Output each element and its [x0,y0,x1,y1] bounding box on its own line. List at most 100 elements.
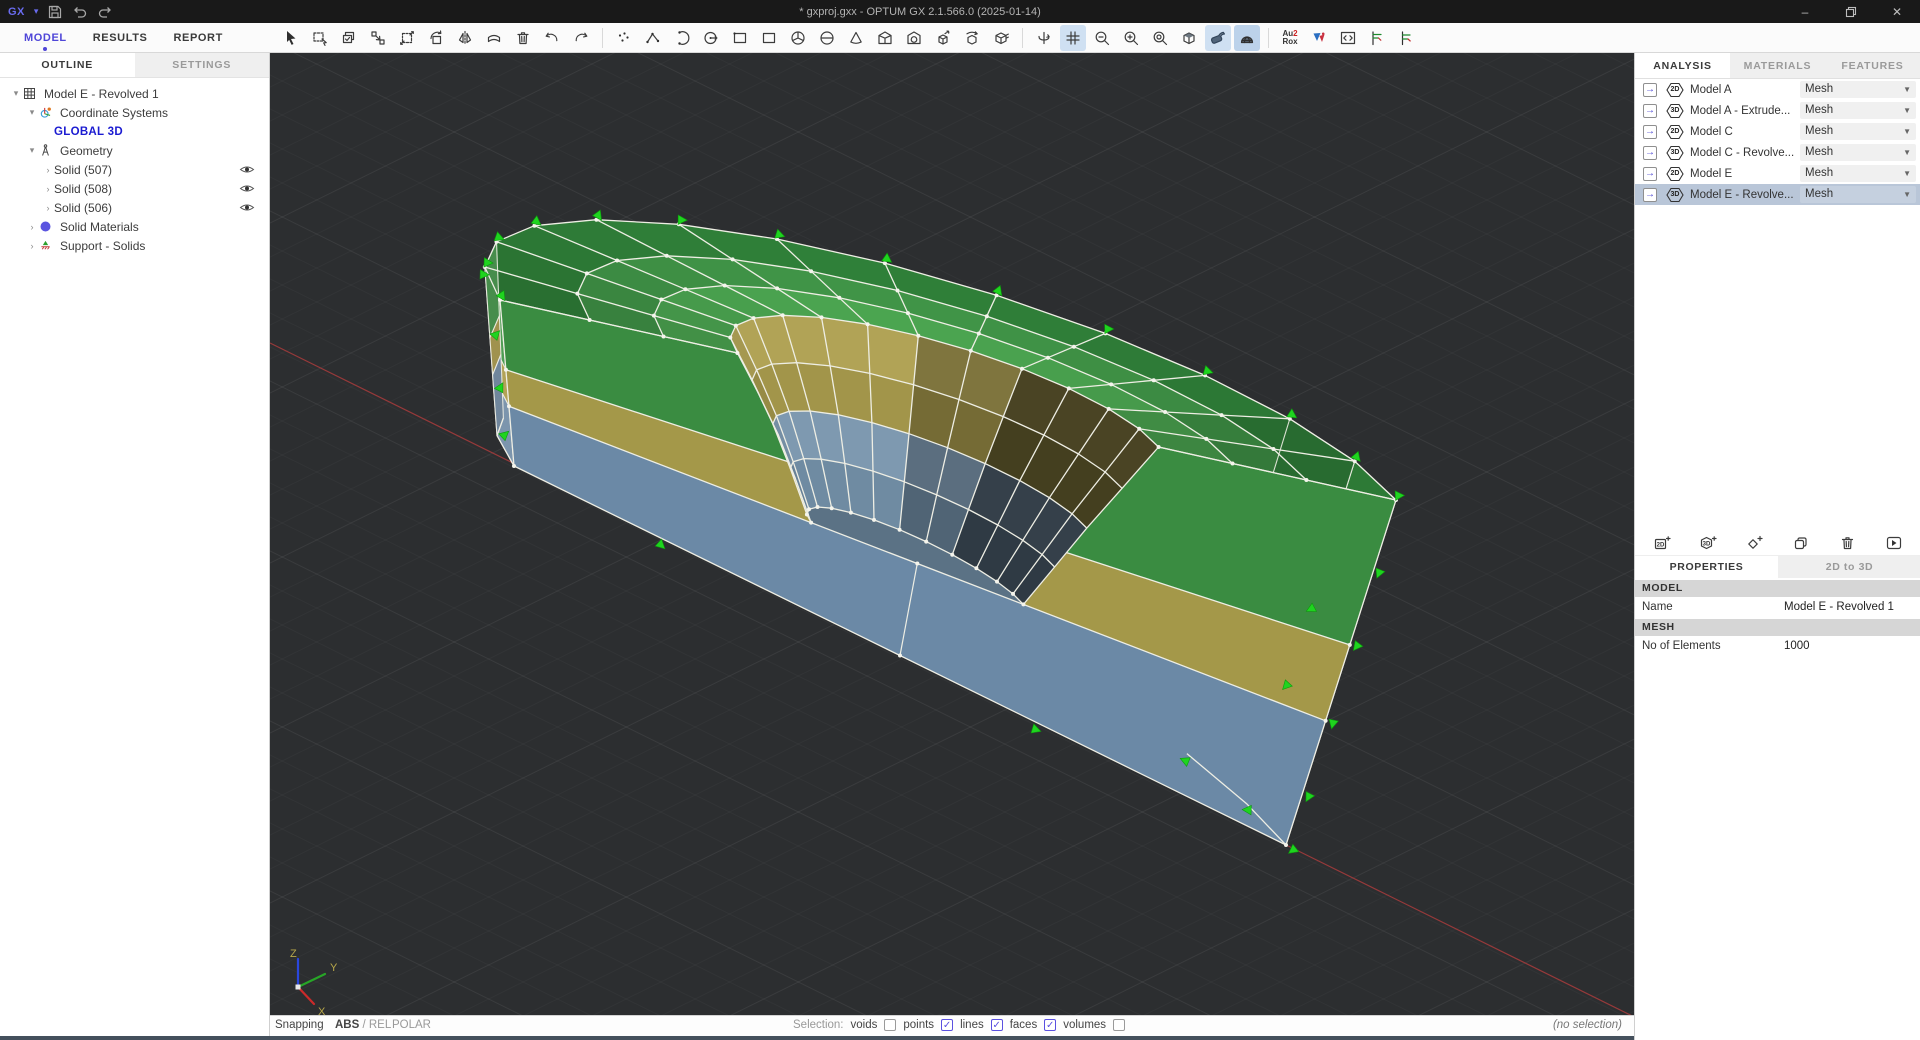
chevron-right-icon[interactable]: › [26,222,38,232]
au2rox-button[interactable]: Au2Rox [1277,25,1303,51]
selection-filter-checkbox-faces[interactable]: ✓ [1044,1019,1056,1031]
add-node-button[interactable] [1742,530,1768,556]
viewport-3d[interactable]: ZYX [270,53,1634,1015]
draw-points-button[interactable] [611,25,637,51]
minimize-button[interactable]: – [1782,0,1828,23]
tree-item-model-e-revolved-1[interactable]: ▾Model E - Revolved 1 [0,84,269,103]
prism-button[interactable] [872,25,898,51]
mesh-shaded-button[interactable] [1234,25,1260,51]
undo-icon[interactable] [72,4,88,20]
cylinder-button[interactable] [814,25,840,51]
select-region-button[interactable] [307,25,333,51]
wedge-button[interactable] [901,25,927,51]
model-row-model-e-revolve[interactable]: →3DModel E - Revolve...Mesh▼ [1635,184,1920,205]
open-model-button[interactable]: → [1643,146,1657,160]
selection-filter-checkbox-volumes[interactable] [1113,1019,1125,1031]
support-roller-button[interactable] [1393,25,1419,51]
draw-arc-button[interactable] [669,25,695,51]
revolve-button[interactable] [959,25,985,51]
box-button[interactable] [756,25,782,51]
sidebar-tab-outline[interactable]: OUTLINE [0,53,135,77]
panel-tab-analysis[interactable]: ANALYSIS [1635,53,1730,78]
snapping-toggle[interactable]: Snapping [275,1019,324,1031]
tree-item-solid-507[interactable]: ›Solid (507) [0,160,269,179]
delete-button[interactable] [510,25,536,51]
select-check-button[interactable] [336,25,362,51]
scene-canvas[interactable]: ZYX [270,53,1634,1015]
selection-filter-checkbox-points[interactable]: ✓ [941,1019,953,1031]
extrude-button[interactable] [930,25,956,51]
panel-tab-materials[interactable]: MATERIALS [1730,53,1825,78]
zoom-out-button[interactable] [1089,25,1115,51]
visibility-eye-icon[interactable] [239,183,255,194]
add-2d-model-button[interactable]: 2D [1649,530,1675,556]
model-stage-select[interactable]: Mesh▼ [1800,81,1916,98]
model-stage-select[interactable]: Mesh▼ [1800,165,1916,182]
cone-button[interactable] [843,25,869,51]
property-value[interactable]: Model E - Revolved 1 [1780,601,1920,613]
open-model-button[interactable]: → [1643,83,1657,97]
selection-filter-checkbox-voids[interactable] [884,1019,896,1031]
save-icon[interactable] [47,4,63,20]
chevron-right-icon[interactable]: › [42,184,54,194]
tree-item-coordinate-systems[interactable]: ▾Coordinate Systems [0,103,269,122]
tree-item-solid-508[interactable]: ›Solid (508) [0,179,269,198]
undo-button[interactable] [539,25,565,51]
duplicate-button[interactable] [1788,530,1814,556]
orbit-button[interactable] [1031,25,1057,51]
delete-button[interactable] [1835,530,1861,556]
abs-rel-toggle[interactable]: ABS / REL [335,1019,391,1031]
restore-button[interactable] [1828,0,1874,23]
sidebar-tab-settings[interactable]: SETTINGS [135,53,270,77]
zoom-extents-button[interactable] [1147,25,1173,51]
menu-tab-results[interactable]: RESULTS [93,32,148,44]
solid-box-button[interactable] [988,25,1014,51]
run-button[interactable] [1881,530,1907,556]
support-fixed-button[interactable] [1364,25,1390,51]
properties-tab-properties[interactable]: PROPERTIES [1635,556,1778,578]
transform-button[interactable] [394,25,420,51]
draw-polyline-button[interactable] [640,25,666,51]
select-button[interactable] [278,25,304,51]
model-stage-select[interactable]: Mesh▼ [1800,144,1916,161]
zoom-in-button[interactable] [1118,25,1144,51]
model-row-model-c-revolve[interactable]: →3DModel C - Revolve...Mesh▼ [1635,142,1920,163]
mesh-generate-button[interactable] [1205,25,1231,51]
polar-toggle[interactable]: POLAR [392,1019,431,1031]
app-menu-caret-icon[interactable]: ▾ [34,6,39,17]
open-model-button[interactable]: → [1643,104,1657,118]
chevron-down-icon[interactable]: ▾ [26,107,38,118]
section-box-button[interactable] [1176,25,1202,51]
model-stage-select[interactable]: Mesh▼ [1800,102,1916,119]
open-model-button[interactable]: → [1643,125,1657,139]
move-button[interactable] [365,25,391,51]
chevron-down-icon[interactable]: ▾ [10,88,22,99]
model-row-model-e[interactable]: →2DModel EMesh▼ [1635,163,1920,184]
model-row-model-a-extrude[interactable]: →3DModel A - Extrude...Mesh▼ [1635,100,1920,121]
model-row-model-a[interactable]: →2DModel AMesh▼ [1635,79,1920,100]
sweep-button[interactable] [481,25,507,51]
visibility-eye-icon[interactable] [239,202,255,213]
add-3d-model-button[interactable]: 3D [1695,530,1721,556]
selection-filter-checkbox-lines[interactable]: ✓ [991,1019,1003,1031]
menu-tab-report[interactable]: REPORT [173,32,222,44]
redo-icon[interactable] [97,4,113,20]
open-model-button[interactable]: → [1643,167,1657,181]
grid-button[interactable] [1060,25,1086,51]
tree-item-global-3d[interactable]: GLOBAL 3D [0,122,269,141]
tree-item-solid-506[interactable]: ›Solid (506) [0,198,269,217]
chevron-right-icon[interactable]: › [26,241,38,251]
property-value[interactable]: 1000 [1780,640,1920,652]
tree-item-geometry[interactable]: ▾Geometry [0,141,269,160]
properties-tab-2d-to-3d[interactable]: 2D to 3D [1778,556,1920,578]
chevron-down-icon[interactable]: ▾ [26,145,38,156]
draw-rectangle-button[interactable] [727,25,753,51]
chevron-right-icon[interactable]: › [42,203,54,213]
panel-tab-features[interactable]: FEATURES [1825,53,1920,78]
model-stage-select[interactable]: Mesh▼ [1800,186,1916,203]
tree-item-support-solids[interactable]: ›Support - Solids [0,236,269,255]
sphere-button[interactable] [785,25,811,51]
chevron-right-icon[interactable]: › [42,165,54,175]
model-stage-select[interactable]: Mesh▼ [1800,123,1916,140]
draw-circle-button[interactable] [698,25,724,51]
